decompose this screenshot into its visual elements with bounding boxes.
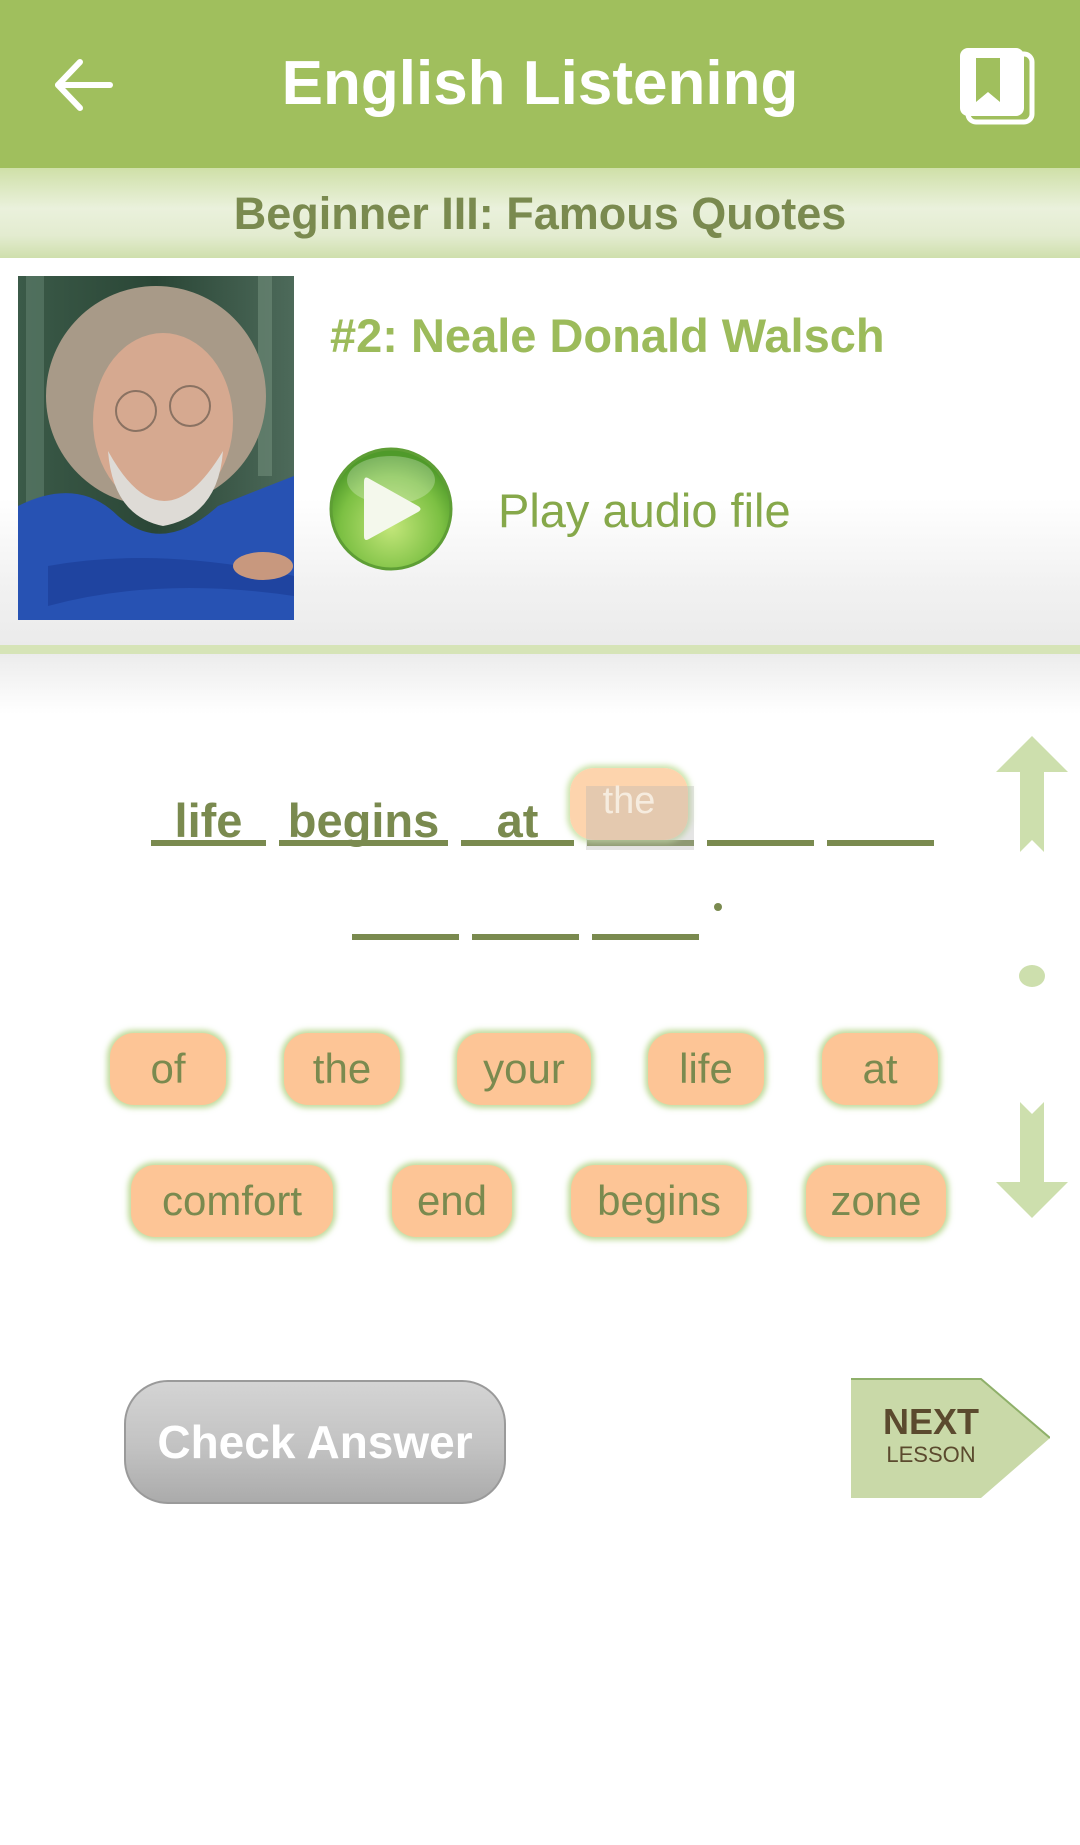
sentence-period xyxy=(714,903,722,911)
portrait-image xyxy=(18,276,294,620)
answer-slot-empty[interactable] xyxy=(592,890,699,940)
check-answer-button[interactable]: Check Answer xyxy=(124,1380,506,1504)
play-audio-button[interactable] xyxy=(328,446,454,572)
level-banner: Beginner III: Famous Quotes xyxy=(0,168,1080,258)
arrow-up-icon xyxy=(996,736,1068,852)
word-chip[interactable]: life xyxy=(648,1033,764,1105)
next-lesson-button[interactable]: NEXT LESSON xyxy=(851,1378,1050,1498)
dot-icon[interactable] xyxy=(1019,965,1045,987)
word-chip[interactable]: end xyxy=(392,1165,512,1237)
answer-slot-empty[interactable] xyxy=(827,796,934,846)
word-chip[interactable]: begins xyxy=(571,1165,747,1237)
answer-slot-filled[interactable]: life xyxy=(151,796,266,846)
word-chip[interactable]: zone xyxy=(806,1165,946,1237)
arrow-down-icon xyxy=(996,1102,1068,1218)
answer-slot-empty[interactable] xyxy=(707,796,814,846)
author-portrait xyxy=(18,276,294,620)
app-bar: English Listening xyxy=(0,0,1080,168)
next-lesson-label: NEXT xyxy=(882,1401,979,1442)
scroll-down-button[interactable] xyxy=(996,1102,1068,1218)
word-chip[interactable]: of xyxy=(110,1033,226,1105)
lesson-card: #2: Neale Donald Walsch Play audio file xyxy=(0,258,1080,646)
dragging-word-label: the xyxy=(602,780,656,822)
word-chip[interactable]: the xyxy=(284,1033,400,1105)
answer-slot-empty[interactable] xyxy=(472,890,579,940)
play-circle-icon xyxy=(329,447,453,571)
lesson-title: #2: Neale Donald Walsch xyxy=(330,309,885,362)
word-chip[interactable]: comfort xyxy=(131,1165,333,1237)
divider-shadow xyxy=(0,654,1080,714)
bookmark-book-icon xyxy=(960,48,1035,125)
bookmarks-button[interactable] xyxy=(956,44,1038,126)
answer-slot-filled[interactable]: at xyxy=(461,796,574,846)
play-audio-label[interactable]: Play audio file xyxy=(498,483,791,538)
word-chip[interactable]: at xyxy=(822,1033,938,1105)
word-chip[interactable]: your xyxy=(457,1033,591,1105)
next-lesson-sublabel: LESSON xyxy=(886,1442,976,1467)
app-title: English Listening xyxy=(281,49,799,118)
level-title: Beginner III: Famous Quotes xyxy=(233,188,847,239)
answer-slot-empty[interactable] xyxy=(352,890,459,940)
answer-slot-filled[interactable]: begins xyxy=(279,796,448,846)
divider xyxy=(0,645,1080,654)
scroll-up-button[interactable] xyxy=(996,736,1068,852)
